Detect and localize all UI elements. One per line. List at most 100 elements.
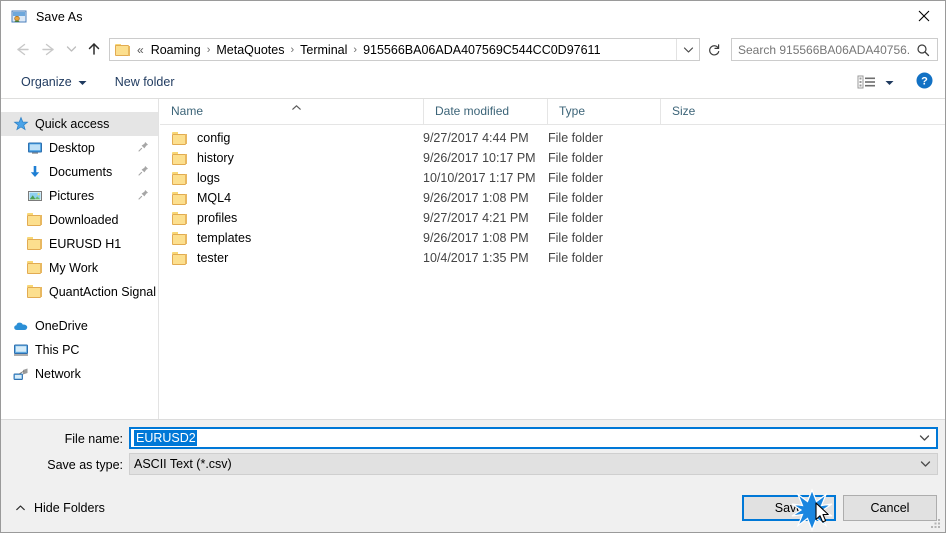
breadcrumb-item-metaquotes[interactable]: MetaQuotes: [212, 42, 288, 58]
table-row[interactable]: tester 10/4/2017 1:35 PM File folder: [160, 248, 945, 268]
sidebar-item-onedrive[interactable]: OneDrive: [1, 314, 158, 338]
table-row[interactable]: MQL4 9/26/2017 1:08 PM File folder: [160, 188, 945, 208]
view-layout-icon[interactable]: [857, 74, 877, 90]
chevron-up-icon: [15, 501, 26, 515]
save-button[interactable]: Save: [742, 495, 836, 521]
content-area: Quick access Desktop Documents Pictures …: [1, 98, 945, 419]
sidebar-item-quantaction-signal[interactable]: QuantAction Signal: [1, 280, 158, 304]
hide-folders-button[interactable]: Hide Folders: [15, 501, 105, 515]
save-button-label: Save: [774, 501, 804, 515]
file-date-cell: 9/26/2017 10:17 PM: [423, 151, 536, 165]
cancel-button[interactable]: Cancel: [843, 495, 937, 521]
sidebar-item-label: This PC: [35, 343, 80, 357]
cancel-button-label: Cancel: [870, 501, 910, 515]
save-as-type-label: Save as type:: [47, 458, 123, 472]
folder-icon: [27, 260, 43, 276]
new-folder-button[interactable]: New folder: [109, 70, 181, 94]
file-name-input[interactable]: EURUSD2: [129, 427, 938, 449]
chevron-down-icon[interactable]: [920, 457, 931, 471]
folder-icon: [172, 131, 188, 145]
file-date-cell: 10/4/2017 1:35 PM: [423, 251, 529, 265]
sidebar-item-downloaded[interactable]: Downloaded: [1, 208, 158, 232]
breadcrumb-separator-icon[interactable]: ›: [351, 44, 359, 56]
sidebar-item-network[interactable]: Network: [1, 362, 158, 386]
folder-icon: [172, 211, 188, 225]
recent-locations-chevron-down-icon[interactable]: [61, 36, 81, 62]
file-list: Name Date modified Type Size config 9/27…: [160, 99, 945, 419]
sidebar-item-documents[interactable]: Documents: [1, 160, 158, 184]
close-icon[interactable]: [901, 1, 945, 31]
refresh-icon[interactable]: [702, 38, 726, 61]
search-icon[interactable]: [912, 43, 934, 57]
sidebar-item-this-pc[interactable]: This PC: [1, 338, 158, 362]
breadcrumb-separator-icon[interactable]: ›: [288, 44, 296, 56]
sidebar-item-label: Quick access: [35, 117, 110, 131]
file-type-cell: File folder: [548, 191, 603, 205]
file-type-cell: File folder: [548, 251, 603, 265]
file-list-column-headers: Name Date modified Type Size: [160, 99, 945, 125]
back-arrow-icon[interactable]: [9, 36, 35, 62]
this-pc-icon: [13, 342, 29, 358]
file-name-cell: history: [197, 151, 234, 165]
pin-icon[interactable]: [138, 141, 149, 155]
save-as-dialog: Save As « Roaming › MetaQuotes › Termina…: [0, 0, 946, 533]
column-header-date-modified[interactable]: Date modified: [423, 99, 547, 124]
save-as-type-select[interactable]: ASCII Text (*.csv): [129, 453, 938, 475]
breadcrumb-item-terminal-id[interactable]: 915566BA06ADA407569C544CC0D97611: [359, 42, 604, 58]
address-dropdown-chevron-down-icon[interactable]: [676, 39, 699, 60]
sidebar-item-label: Documents: [49, 165, 113, 179]
organize-button[interactable]: Organize: [15, 70, 93, 94]
table-row[interactable]: history 9/26/2017 10:17 PM File folder: [160, 148, 945, 168]
documents-arrow-icon: [27, 164, 43, 180]
title-bar: Save As: [1, 1, 945, 32]
address-bar[interactable]: « Roaming › MetaQuotes › Terminal › 9155…: [109, 38, 700, 61]
resize-grip-icon[interactable]: [929, 516, 942, 529]
folder-icon: [115, 43, 131, 57]
column-header-label: Name: [171, 104, 204, 118]
pin-icon[interactable]: [138, 165, 149, 179]
table-row[interactable]: profiles 9/27/2017 4:21 PM File folder: [160, 208, 945, 228]
table-row[interactable]: templates 9/26/2017 1:08 PM File folder: [160, 228, 945, 248]
file-date-cell: 9/27/2017 4:21 PM: [423, 211, 529, 225]
sidebar-item-eurusd-h1[interactable]: EURUSD H1: [1, 232, 158, 256]
network-icon: [13, 366, 29, 382]
breadcrumb-separator-icon[interactable]: ›: [205, 44, 213, 56]
breadcrumb-item-terminal[interactable]: Terminal: [296, 42, 351, 58]
file-name-cell: config: [197, 131, 231, 145]
search-box[interactable]: [731, 38, 938, 61]
hide-folders-label: Hide Folders: [34, 501, 105, 515]
folder-icon: [27, 236, 43, 252]
sidebar-item-label: Pictures: [49, 189, 95, 203]
column-header-name[interactable]: Name: [160, 99, 423, 124]
file-name-cell: tester: [197, 251, 229, 265]
column-header-type[interactable]: Type: [547, 99, 660, 124]
onedrive-cloud-icon: [13, 318, 29, 334]
folder-icon: [27, 212, 43, 228]
column-header-size[interactable]: Size: [660, 99, 740, 124]
file-type-cell: File folder: [548, 131, 603, 145]
file-type-cell: File folder: [548, 231, 603, 245]
table-row[interactable]: logs 10/10/2017 1:17 PM File folder: [160, 168, 945, 188]
file-name-value: EURUSD2: [134, 430, 197, 446]
file-type-cell: File folder: [548, 211, 603, 225]
up-arrow-icon[interactable]: [81, 36, 107, 62]
forward-arrow-icon[interactable]: [35, 36, 61, 62]
pin-icon[interactable]: [138, 189, 149, 203]
sidebar-item-my-work[interactable]: My Work: [1, 256, 158, 280]
breadcrumb-item-roaming[interactable]: Roaming: [147, 42, 205, 58]
help-question-icon[interactable]: ?: [916, 72, 933, 92]
chevron-down-icon[interactable]: [919, 431, 930, 445]
sidebar-item-quick-access[interactable]: Quick access: [1, 112, 158, 136]
folder-icon: [172, 231, 188, 245]
breadcrumb-overflow[interactable]: «: [134, 43, 147, 57]
folder-icon: [27, 284, 43, 300]
table-row[interactable]: config 9/27/2017 4:44 PM File folder: [160, 128, 945, 148]
caret-down-icon: [78, 75, 87, 89]
sidebar-item-desktop[interactable]: Desktop: [1, 136, 158, 160]
search-input[interactable]: [732, 39, 912, 60]
sidebar-item-label: Desktop: [49, 141, 95, 155]
svg-text:?: ?: [921, 76, 928, 88]
view-caret-down-icon[interactable]: [885, 75, 894, 89]
sidebar-item-pictures[interactable]: Pictures: [1, 184, 158, 208]
sidebar-item-label: OneDrive: [35, 319, 88, 333]
